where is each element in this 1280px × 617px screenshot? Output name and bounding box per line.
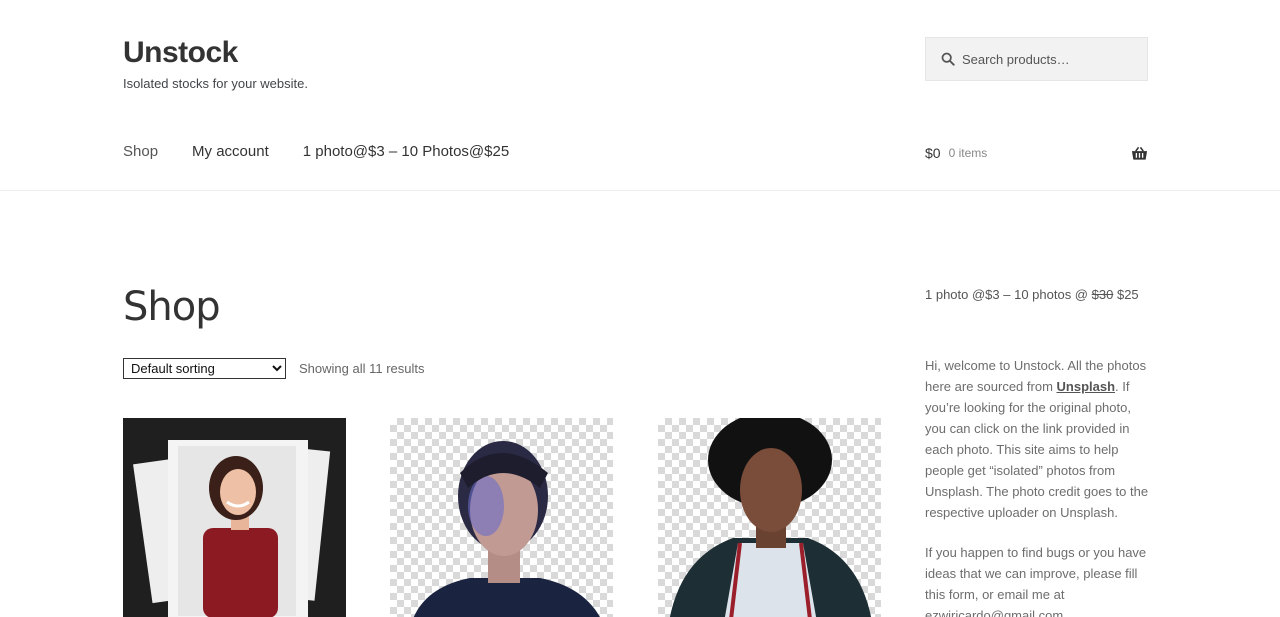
product-image[interactable] — [390, 418, 613, 617]
product-image[interactable] — [658, 418, 881, 617]
nav-item-pricing[interactable]: 1 photo@$3 – 10 Photos@$25 — [303, 143, 509, 160]
cart-item-count: 0 items — [948, 146, 988, 160]
primary-nav: Shop My account 1 photo@$3 – 10 Photos@$… — [123, 143, 543, 160]
promo-new-price: $25 — [1116, 287, 1139, 302]
sort-select[interactable]: Default sorting — [123, 358, 286, 379]
sidebar-promo: 1 photo @$3 – 10 photos @ $30 $25 — [925, 287, 1139, 302]
search-box[interactable] — [925, 37, 1148, 81]
nav-item-my-account[interactable]: My account — [192, 143, 269, 160]
result-count: Showing all 11 results — [299, 361, 425, 376]
product-image[interactable] — [123, 418, 346, 617]
feedback-text: If you happen to find bugs or you have i… — [925, 545, 1147, 602]
site-tagline: Isolated stocks for your website. — [123, 76, 308, 91]
cart-amount: $0 — [925, 145, 941, 161]
search-icon — [941, 52, 955, 66]
product-card[interactable] — [390, 418, 613, 617]
site-title[interactable]: Unstock — [123, 36, 238, 70]
unsplash-link[interactable]: Unsplash — [1057, 379, 1116, 394]
page-title: Shop — [123, 284, 221, 330]
header-divider — [0, 190, 1280, 191]
search-input[interactable] — [962, 51, 1142, 67]
sidebar-intro: Hi, welcome to Unstock. All the photos h… — [925, 355, 1150, 523]
header-cart[interactable]: $0 0 items — [925, 145, 1148, 161]
promo-prefix: 1 photo @$3 – 10 photos @ — [925, 287, 1089, 302]
sidebar-feedback: If you happen to find bugs or you have i… — [925, 542, 1150, 617]
product-card[interactable] — [658, 418, 881, 617]
sidebar-text: Hi, welcome to Unstock. All the photos h… — [925, 355, 1150, 617]
intro-text-cont: . If you’re looking for the original pho… — [925, 379, 1149, 520]
product-card[interactable] — [123, 418, 346, 617]
nav-item-shop[interactable]: Shop — [123, 143, 158, 160]
promo-old-price: $30 — [1091, 287, 1114, 302]
basket-icon[interactable] — [1131, 146, 1148, 161]
contact-email[interactable]: ezwiricardo@gmail.com — [925, 608, 1063, 617]
